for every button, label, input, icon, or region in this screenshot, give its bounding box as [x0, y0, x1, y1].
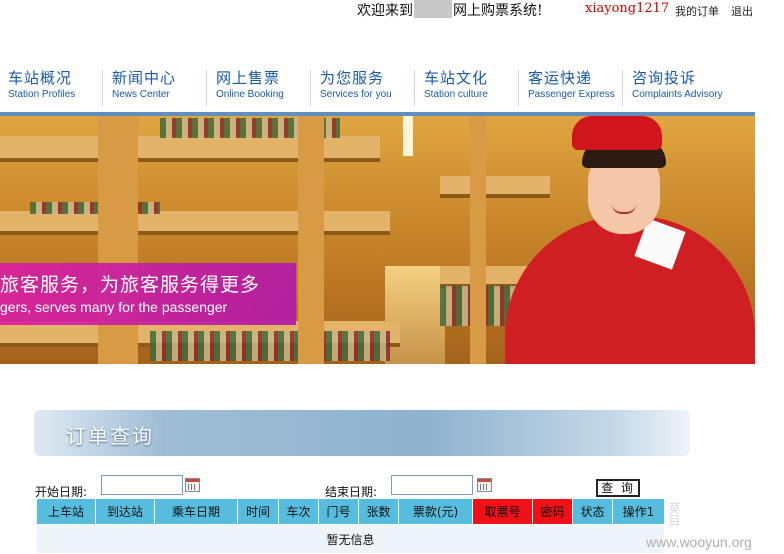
end-date-input[interactable]: [391, 475, 473, 495]
watermark-side: 莫目: [667, 502, 681, 526]
nav-divider: [102, 70, 103, 106]
berth-post: [98, 116, 138, 364]
main-nav: 车站概况 Station Profiles 新闻中心 News Center 网…: [0, 68, 784, 108]
start-date-input[interactable]: [101, 475, 183, 495]
blanket: [30, 202, 160, 214]
redacted-site-name: [414, 0, 452, 18]
column-header: 取票号: [472, 498, 533, 525]
welcome-text-after: 网上购票系统!: [453, 3, 543, 19]
slogan-zh: 旅客服务，为旅客服务得更多: [0, 274, 261, 296]
berth-middle-left: [0, 211, 390, 235]
column-header: 操作1: [612, 498, 665, 525]
nav-item-services[interactable]: 为您服务 Services for you: [320, 68, 392, 106]
nav-divider: [414, 70, 415, 106]
nav-item-label-zh: 新闻中心: [112, 69, 177, 87]
nav-item-label-en: Services for you: [320, 89, 392, 100]
column-header: 时间: [237, 498, 279, 525]
empty-message: 暂无信息: [36, 524, 665, 554]
berth-post: [470, 116, 486, 364]
column-header: 状态: [572, 498, 613, 525]
welcome-text-before: 欢迎来到: [357, 3, 413, 19]
logout-link[interactable]: 退出: [731, 3, 753, 19]
nav-divider: [310, 70, 311, 106]
column-header: 密码: [532, 498, 573, 525]
nav-item-label-en: News Center: [112, 89, 170, 100]
ceiling-light: [403, 116, 413, 156]
nav-item-label-en: Station Profiles: [8, 89, 76, 100]
column-header: 到达站: [95, 498, 155, 525]
column-header: 门号: [318, 498, 359, 525]
column-header: 车次: [278, 498, 319, 525]
nav-item-label-zh: 车站概况: [8, 69, 73, 87]
slogan-en: gers, serves many for the passenger: [0, 299, 228, 315]
calendar-icon[interactable]: [185, 478, 200, 492]
nav-item-label-en: Online Booking: [216, 89, 284, 100]
nav-item-label-zh: 网上售票: [216, 69, 281, 87]
nav-item-label-en: Complaints Advisory: [632, 89, 723, 100]
section-title: 订单查询: [66, 424, 154, 448]
nav-item-complaints-advisory[interactable]: 咨询投诉 Complaints Advisory: [632, 68, 723, 106]
nav-divider: [518, 70, 519, 106]
train-corridor: [385, 266, 445, 364]
hero-banner: 旅客服务，为旅客服务得更多 gers, serves many for the …: [0, 116, 755, 364]
nav-divider: [206, 70, 207, 106]
nav-item-label-zh: 为您服务: [320, 69, 385, 87]
attendant-uniform: [505, 216, 755, 364]
nav-item-label-en: Station culture: [424, 89, 488, 100]
nav-item-label-zh: 咨询投诉: [632, 69, 697, 87]
blanket: [150, 331, 390, 361]
berth-post: [298, 116, 324, 364]
nav-divider: [622, 70, 623, 106]
username-link[interactable]: xiayong1217: [585, 1, 669, 16]
nav-item-label-zh: 车站文化: [424, 69, 489, 87]
nav-item-online-booking[interactable]: 网上售票 Online Booking: [216, 68, 284, 106]
nav-item-station-culture[interactable]: 车站文化 Station culture: [424, 68, 488, 106]
welcome-message: 欢迎来到 网上购票系统!: [357, 0, 543, 20]
attendant-hat: [572, 116, 662, 150]
calendar-icon[interactable]: [477, 478, 492, 492]
nav-item-news-center[interactable]: 新闻中心 News Center: [112, 68, 176, 106]
nav-item-label-zh: 客运快递: [528, 69, 593, 87]
orders-table: 上车站 到达站 乘车日期 时间 车次 门号 张数 票款(元) 取票号 密码 状态…: [36, 498, 665, 554]
table-header-row: 上车站 到达站 乘车日期 时间 车次 门号 张数 票款(元) 取票号 密码 状态…: [36, 498, 665, 525]
watermark: www.wooyun.org: [646, 534, 752, 550]
column-header: 票款(元): [398, 498, 473, 525]
nav-item-label-en: Passenger Express: [528, 89, 615, 100]
nav-item-passenger-express[interactable]: 客运快递 Passenger Express: [528, 68, 615, 106]
column-header: 乘车日期: [154, 498, 238, 525]
query-button[interactable]: 查 询: [596, 479, 640, 497]
table-row: 暂无信息: [36, 524, 665, 554]
column-header: 张数: [358, 498, 399, 525]
column-header: 上车站: [36, 498, 96, 525]
nav-item-station-profiles[interactable]: 车站概况 Station Profiles: [8, 68, 75, 106]
berth-upper-right: [440, 176, 550, 198]
my-orders-link[interactable]: 我的订单: [675, 3, 719, 19]
top-bar: 欢迎来到 网上购票系统! xiayong1217 我的订单 退出: [0, 0, 784, 22]
